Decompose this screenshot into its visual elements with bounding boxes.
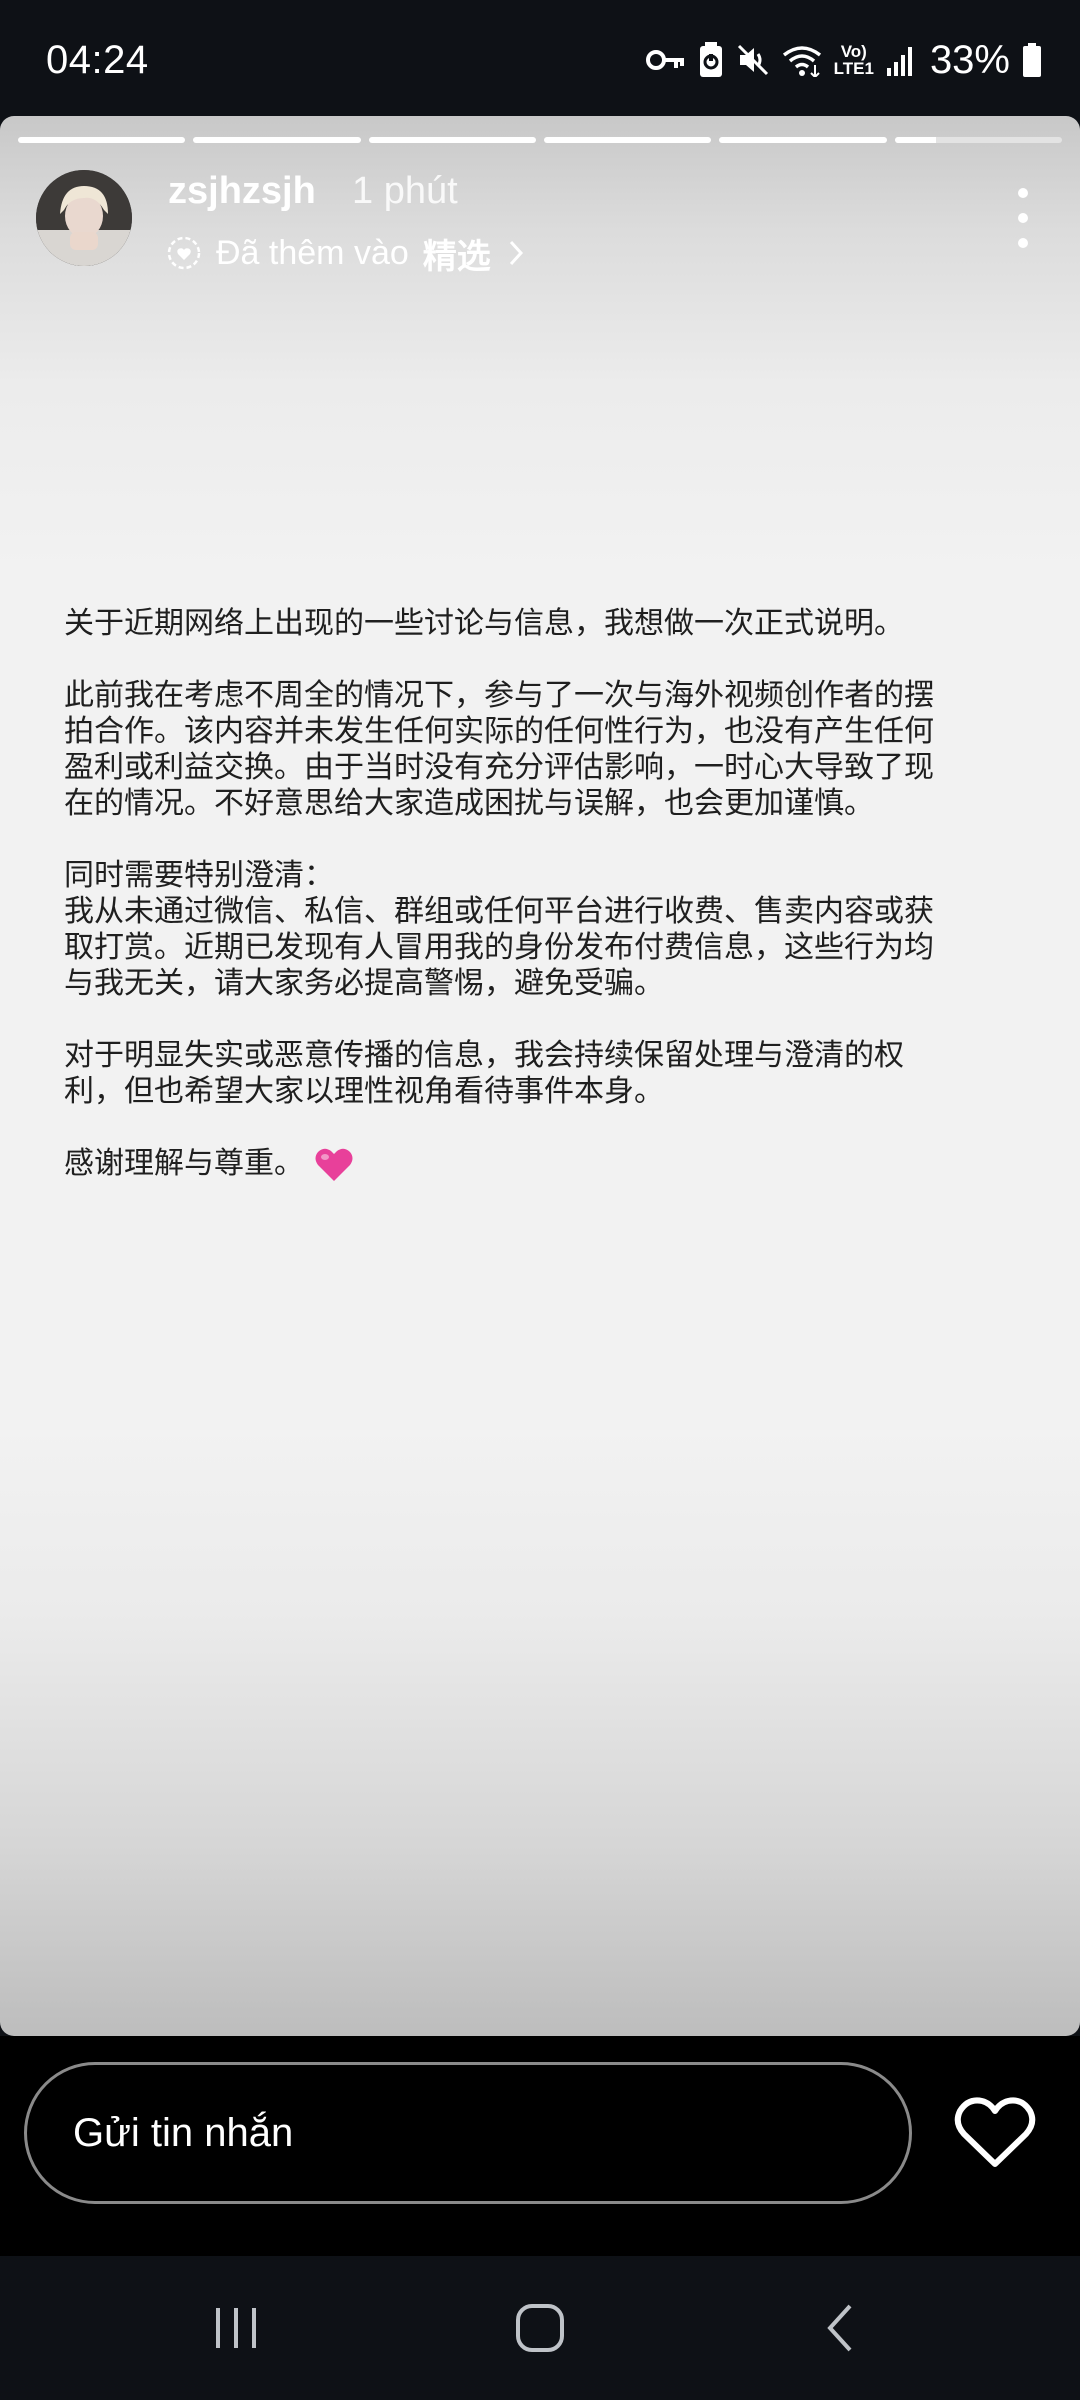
more-dot: [1018, 188, 1028, 198]
battery-percent: 33%: [929, 38, 1010, 82]
progress-segment-fill: [894, 137, 937, 143]
screen: 04:24 Vo) LTE1 33% zsjhzsjh 1 phút Đã th…: [0, 0, 1080, 2400]
progress-segment: [543, 137, 712, 143]
story-paragraph-1: 关于近期网络上出现的一些讨论与信息，我想做一次正式说明。: [64, 606, 1024, 642]
key-icon: [645, 50, 684, 70]
story-line-last: 感谢理解与尊重。: [64, 1146, 1024, 1183]
pink-heart-icon: [315, 1148, 353, 1182]
signal-icon: [886, 47, 912, 76]
more-dot: [1018, 238, 1028, 248]
highlight-icon: [167, 236, 201, 270]
story-line: 在的情况。不好意思给大家造成困扰与误解，也会更加谨慎。: [64, 787, 874, 820]
progress-segment: [719, 137, 887, 143]
wifi-icon: [782, 46, 821, 77]
progress-segment-fill: [543, 137, 712, 143]
reply-bar: Gửi tin nhắn: [0, 2036, 1080, 2256]
recent-apps-button[interactable]: [196, 2296, 276, 2360]
home-icon: [516, 2304, 564, 2352]
mute-icon: [737, 44, 768, 76]
status-icons: Vo) LTE1 33%: [645, 34, 1042, 86]
progress-segment: [18, 137, 186, 143]
volte-label-top: Vo): [840, 42, 867, 61]
story-username[interactable]: zsjhzsjh: [168, 168, 316, 214]
featured-highlight-name: 精选: [422, 237, 491, 276]
story-closing-text: 感谢理解与尊重。: [64, 1147, 304, 1180]
story-paragraph-3: 同时需要特别澄清： 我从未通过微信、私信、群组或任何平台进行收费、售卖内容或获 …: [64, 858, 1024, 1002]
story-time-ago: 1 phút: [352, 170, 458, 212]
story-paragraph-5: 感谢理解与尊重。: [64, 1146, 1024, 1183]
more-options-button[interactable]: [1012, 188, 1034, 248]
progress-segment: [894, 137, 1062, 143]
battery-icon: [1023, 43, 1041, 77]
progress-segment-fill: [368, 137, 536, 143]
story-line: 与我无关，请大家务必提高警惕，避免受骗。: [64, 967, 664, 1000]
story-line: 拍合作。该内容并未发生任何实际的任何性行为，也没有产生任何: [64, 715, 934, 748]
story-line: 同时需要特别澄清：: [64, 859, 334, 892]
status-bar: 04:24 Vo) LTE1 33%: [0, 0, 1080, 116]
progress-segment-fill: [719, 137, 887, 143]
back-button[interactable]: [800, 2296, 880, 2360]
volte-icon: Vo) LTE1: [834, 43, 874, 77]
progress-segment: [368, 137, 536, 143]
story-paragraph-2: 此前我在考虑不周全的情况下，参与了一次与海外视频创作者的摆 拍合作。该内容并未发…: [64, 678, 1024, 822]
story-line: 利，但也希望大家以理性视角看待事件本身。: [64, 1075, 664, 1108]
story-line: 我从未通过微信、私信、群组或任何平台进行收费、售卖内容或获: [64, 895, 934, 928]
volte-label-bottom: LTE1: [833, 59, 874, 78]
story-card[interactable]: zsjhzsjh 1 phút Đã thêm vào 精选 关于近期网络上出现…: [0, 116, 1080, 2036]
more-dot: [1018, 213, 1028, 223]
story-line: 对于明显失实或恶意传播的信息，我会持续保留处理与澄清的权: [64, 1039, 904, 1072]
navigation-bar: [0, 2256, 1080, 2400]
progress-segment-fill: [18, 137, 186, 143]
featured-prefix: Đã thêm vào: [216, 233, 409, 272]
progress-segment: [193, 137, 361, 143]
recent-apps-icon: [216, 2308, 256, 2348]
story-text: 关于近期网络上出现的一些讨论与信息，我想做一次正式说明。 此前我在考虑不周全的情…: [64, 606, 1024, 1219]
story-line: 盈利或利益交换。由于当时没有充分评估影响，一时心大导致了现: [64, 751, 934, 784]
story-line: 取打赏。近期已发现有人冒用我的身份发布付费信息，这些行为均: [64, 931, 934, 964]
status-time: 04:24: [46, 38, 149, 82]
battery-saver-icon: [699, 42, 722, 77]
chevron-right-icon: [509, 240, 523, 266]
story-line: 关于近期网络上出现的一些讨论与信息，我想做一次正式说明。: [64, 607, 904, 640]
story-paragraph-4: 对于明显失实或恶意传播的信息，我会持续保留处理与澄清的权 利，但也希望大家以理性…: [64, 1038, 1024, 1110]
featured-highlight-link[interactable]: Đã thêm vào 精选: [166, 228, 527, 278]
message-input[interactable]: Gửi tin nhắn: [24, 2062, 912, 2204]
back-icon: [827, 2304, 852, 2352]
progress-segment-fill: [193, 137, 361, 143]
home-button[interactable]: [500, 2296, 580, 2360]
story-progress-bar: [18, 137, 1062, 143]
story-line: 此前我在考虑不周全的情况下，参与了一次与海外视频创作者的摆: [64, 679, 934, 712]
avatar[interactable]: [36, 170, 132, 266]
heart-icon[interactable]: [954, 2096, 1036, 2170]
